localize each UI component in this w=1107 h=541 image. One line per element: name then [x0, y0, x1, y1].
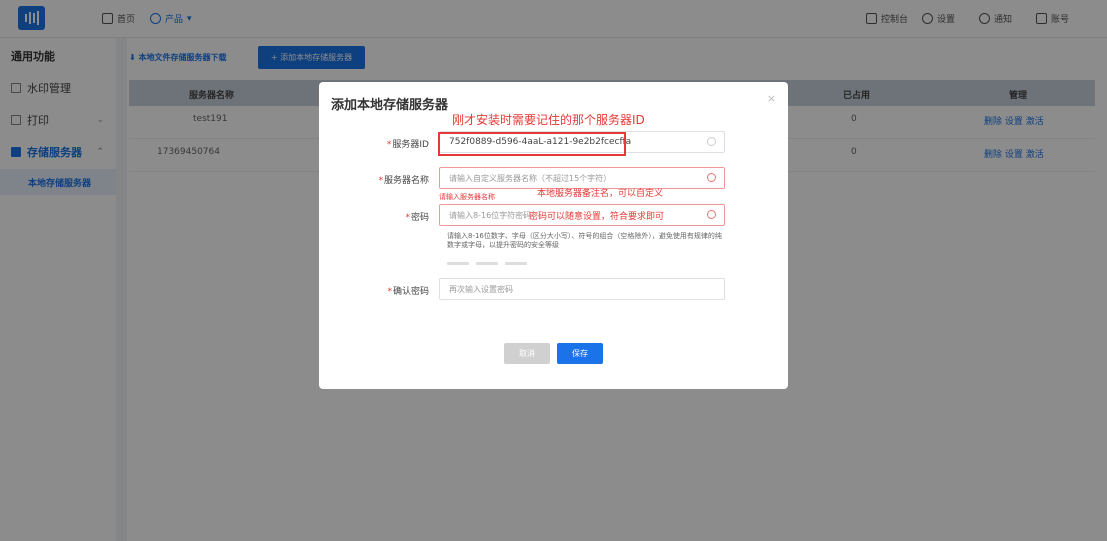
- server-name-placeholder: 请输入自定义服务器名称（不超过15个字符）: [449, 173, 612, 183]
- server-name-error: 请输入服务器名称: [439, 193, 495, 201]
- save-button[interactable]: 保存: [557, 343, 603, 364]
- annotation-password: 密码可以随意设置，符合要求即可: [529, 212, 665, 222]
- modal-title: 添加本地存储服务器: [331, 98, 449, 113]
- confirm-password-placeholder: 再次输入设置密码: [449, 284, 513, 294]
- password-placeholder: 请输入8-16位字符密码: [449, 210, 532, 220]
- strength-bar: [447, 262, 469, 265]
- close-icon[interactable]: ×: [767, 92, 776, 105]
- server-id-label: *服务器ID: [386, 140, 429, 150]
- annotation-server-name: 本地服务器备注名，可以自定义: [537, 189, 664, 199]
- confirm-password-label: *确认密码: [387, 287, 429, 297]
- annotation-box: [438, 132, 626, 156]
- clear-icon[interactable]: [707, 210, 716, 219]
- strength-bar: [476, 262, 498, 265]
- clear-icon[interactable]: [707, 173, 716, 182]
- confirm-password-field[interactable]: 再次输入设置密码: [439, 278, 725, 300]
- annotation-server-id: 刚才安装时需要记住的那个服务器ID: [452, 113, 645, 127]
- clear-icon[interactable]: [707, 137, 716, 146]
- password-hint: 请输入8-16位数字、字母（区分大小写）、符号的组合（空格除外），避免使用有规律…: [447, 232, 722, 249]
- add-server-modal: 添加本地存储服务器 × *服务器ID 752f0889-d596-4aaL-a1…: [319, 82, 788, 389]
- strength-bar: [505, 262, 527, 265]
- cancel-button[interactable]: 取消: [504, 343, 550, 364]
- server-name-label: *服务器名称: [378, 176, 429, 186]
- password-label: *密码: [405, 213, 429, 223]
